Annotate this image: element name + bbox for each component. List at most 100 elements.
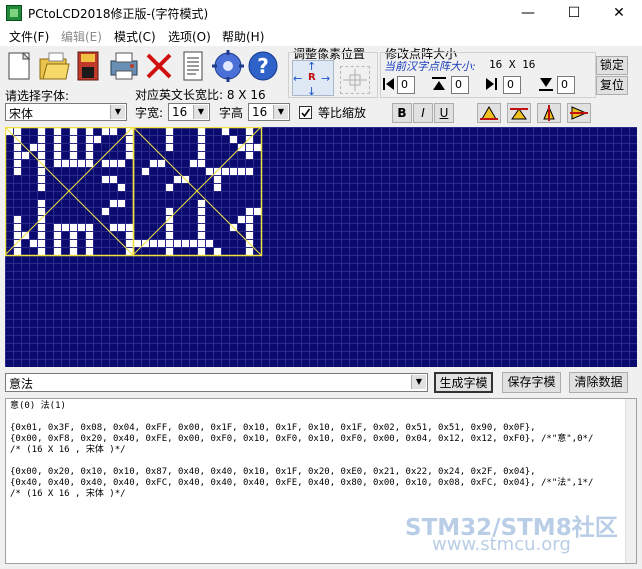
delete-icon[interactable] xyxy=(142,47,176,85)
glyph-pixel[interactable] xyxy=(70,128,77,135)
glyph-pixel[interactable] xyxy=(54,160,61,167)
glyph-pixel[interactable] xyxy=(238,168,245,175)
glyph-pixel[interactable] xyxy=(142,168,149,175)
glyph-pixel[interactable] xyxy=(246,144,253,151)
glyph-pixel[interactable] xyxy=(54,224,61,231)
glyph-pixel[interactable] xyxy=(102,128,109,135)
glyph-pixel[interactable] xyxy=(38,136,45,143)
glyph-pixel[interactable] xyxy=(246,232,253,239)
glyph-pixel[interactable] xyxy=(230,168,237,175)
glyph-pixel[interactable] xyxy=(110,176,117,183)
glyph-pixel[interactable] xyxy=(38,184,45,191)
shrink-top-icon[interactable] xyxy=(431,76,447,92)
menu-options[interactable]: 选项(O) xyxy=(168,28,211,45)
glyph-pixel[interactable] xyxy=(166,240,173,247)
glyph-pixel[interactable] xyxy=(126,240,133,247)
glyph-pixel[interactable] xyxy=(126,136,133,143)
glyph-pixel[interactable] xyxy=(86,232,93,239)
center-reset-button[interactable]: R xyxy=(308,72,316,83)
glyph-pixel[interactable] xyxy=(70,136,77,143)
glyph-pixel[interactable] xyxy=(246,152,253,159)
glyph-pixel[interactable] xyxy=(86,128,93,135)
glyph-pixel[interactable] xyxy=(14,168,21,175)
glyph-pixel[interactable] xyxy=(206,240,213,247)
minimize-button[interactable]: — xyxy=(505,0,551,26)
glyph-pixel[interactable] xyxy=(38,200,45,207)
glyph-pixel[interactable] xyxy=(142,240,149,247)
glyph-pixel[interactable] xyxy=(166,144,173,151)
scale-checkbox[interactable] xyxy=(299,106,312,119)
glyph-pixel[interactable] xyxy=(94,136,101,143)
glyph-pixel[interactable] xyxy=(54,232,61,239)
pixel-grid-canvas[interactable] xyxy=(5,127,637,367)
glyph-pixel[interactable] xyxy=(102,176,109,183)
glyph-pixel[interactable] xyxy=(14,128,21,135)
glyph-pixel[interactable] xyxy=(246,208,253,215)
glyph-pixel[interactable] xyxy=(214,248,221,255)
glyph-pixel[interactable] xyxy=(222,128,229,135)
glyph-pixel[interactable] xyxy=(118,224,125,231)
save-font-button[interactable]: 保存字模 xyxy=(502,372,561,393)
glyph-pixel[interactable] xyxy=(198,208,205,215)
font-select[interactable]: 宋体 ▼ xyxy=(5,103,127,121)
glyph-pixel[interactable] xyxy=(38,240,45,247)
glyph-pixel[interactable] xyxy=(214,184,221,191)
glyph-pixel[interactable] xyxy=(246,128,253,135)
spin-right[interactable]: 0 xyxy=(503,76,521,94)
glyph-pixel[interactable] xyxy=(14,144,21,151)
glyph-pixel[interactable] xyxy=(110,160,117,167)
glyph-pixel[interactable] xyxy=(222,168,229,175)
help-icon[interactable]: ? xyxy=(246,47,280,85)
glyph-pixel[interactable] xyxy=(198,232,205,239)
close-button[interactable]: ✕ xyxy=(596,0,642,26)
glyph-pixel[interactable] xyxy=(198,248,205,255)
glyph-pixel[interactable] xyxy=(198,200,205,207)
open-folder-icon[interactable] xyxy=(37,47,71,85)
glyph-pixel[interactable] xyxy=(30,240,37,247)
glyph-pixel[interactable] xyxy=(38,168,45,175)
menu-edit[interactable]: 编辑(E) xyxy=(61,28,102,45)
glyph-pixel[interactable] xyxy=(126,152,133,159)
glyph-pixel[interactable] xyxy=(38,224,45,231)
height-select[interactable]: 16 ▼ xyxy=(248,103,290,121)
underline-button[interactable]: U xyxy=(434,103,454,123)
glyph-pixel[interactable] xyxy=(38,128,45,135)
glyph-pixel[interactable] xyxy=(102,160,109,167)
glyph-pixel[interactable] xyxy=(246,136,253,143)
rotate-icon[interactable] xyxy=(537,103,561,123)
spin-bottom[interactable]: 0 xyxy=(557,76,575,94)
glyph-pixel[interactable] xyxy=(86,224,93,231)
glyph-pixel[interactable] xyxy=(198,160,205,167)
mirror-vertical-icon[interactable] xyxy=(477,103,501,123)
glyph-pixel[interactable] xyxy=(238,144,245,151)
glyph-pixel[interactable] xyxy=(38,248,45,255)
menu-file[interactable]: 文件(F) xyxy=(9,28,49,45)
invert-icon[interactable] xyxy=(567,103,591,123)
glyph-pixel[interactable] xyxy=(86,152,93,159)
glyph-pixel[interactable] xyxy=(78,224,85,231)
glyph-pixel[interactable] xyxy=(54,248,61,255)
print-icon[interactable] xyxy=(107,47,141,85)
glyph-pixel[interactable] xyxy=(182,240,189,247)
glyph-pixel[interactable] xyxy=(118,184,125,191)
glyph-pixel[interactable] xyxy=(86,144,93,151)
glyph-pixel[interactable] xyxy=(126,224,133,231)
save-disk-icon[interactable] xyxy=(72,47,106,85)
glyph-pixel[interactable] xyxy=(70,152,77,159)
settings-gear-icon[interactable] xyxy=(211,47,245,85)
glyph-pixel[interactable] xyxy=(86,248,93,255)
notes-icon[interactable] xyxy=(176,47,210,85)
bold-button[interactable]: B xyxy=(392,103,412,123)
glyph-pixel[interactable] xyxy=(198,216,205,223)
shrink-left-icon[interactable] xyxy=(382,76,396,92)
maximize-button[interactable]: ☐ xyxy=(551,0,597,26)
glyph-pixel[interactable] xyxy=(150,160,157,167)
glyph-pixel[interactable] xyxy=(14,248,21,255)
glyph-pixel[interactable] xyxy=(198,240,205,247)
menu-help[interactable]: 帮助(H) xyxy=(222,28,264,45)
glyph-pixel[interactable] xyxy=(38,232,45,239)
glyph-pixel[interactable] xyxy=(38,216,45,223)
glyph-pixel[interactable] xyxy=(246,224,253,231)
glyph-pixel[interactable] xyxy=(38,208,45,215)
generate-button[interactable]: 生成字模 xyxy=(434,372,493,393)
